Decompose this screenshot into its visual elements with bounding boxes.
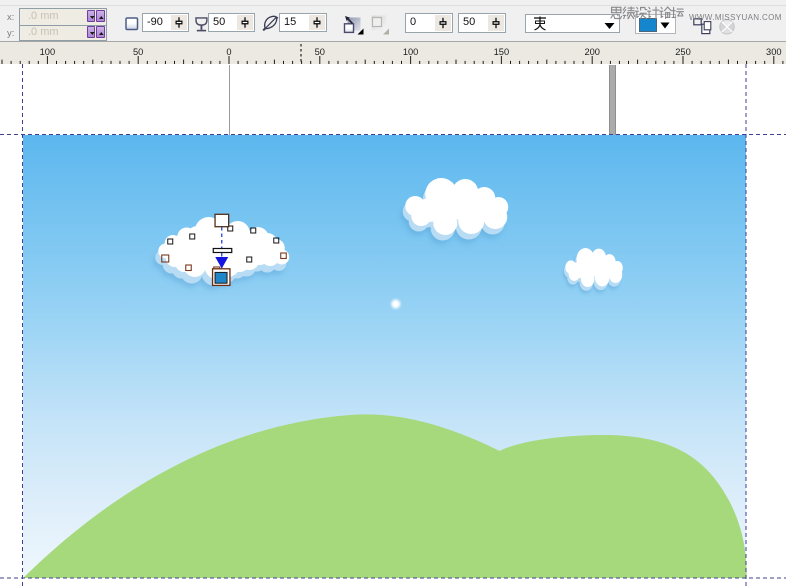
svg-text:150: 150 xyxy=(494,47,510,57)
svg-text:200: 200 xyxy=(584,47,600,57)
svg-text:50: 50 xyxy=(133,47,143,57)
svg-text:100: 100 xyxy=(403,47,419,57)
svg-text:50: 50 xyxy=(315,47,325,57)
svg-text:100: 100 xyxy=(40,47,56,57)
svg-text:300: 300 xyxy=(766,47,782,57)
svg-text:0: 0 xyxy=(226,47,231,57)
svg-text:250: 250 xyxy=(675,47,691,57)
